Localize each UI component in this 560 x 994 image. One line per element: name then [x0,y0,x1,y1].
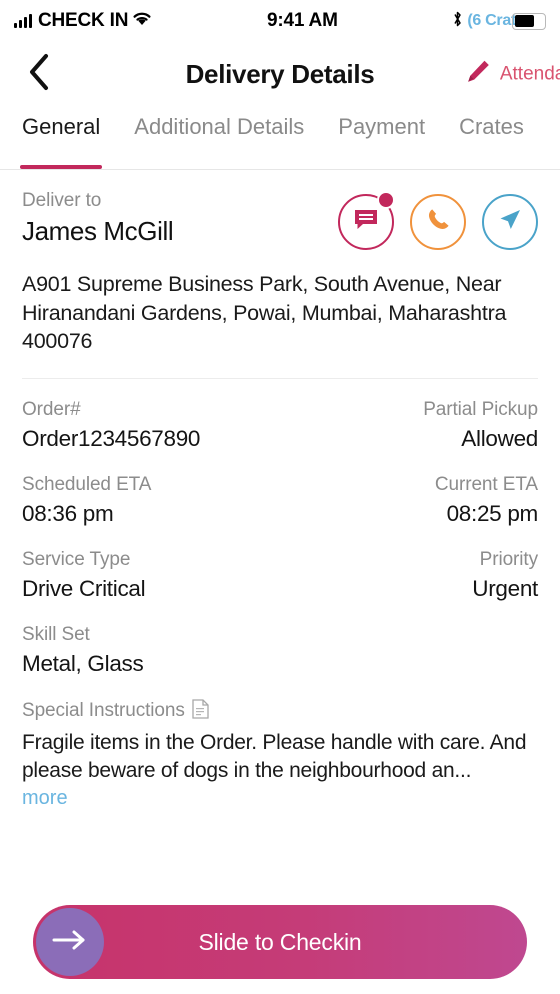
contact-actions [338,190,538,250]
bluetooth-device-label: (6 Crat [467,12,516,29]
skill-set-row: Skill Set Metal, Glass [22,624,538,677]
skill-set-field: Skill Set Metal, Glass [22,623,144,677]
skill-set-label: Skill Set [22,623,90,645]
partial-pickup-value: Allowed [461,425,538,451]
tab-general[interactable]: General [19,106,103,169]
eta-row: Scheduled ETA 08:36 pm Current ETA 08:25… [22,474,538,527]
priority-field: Priority Urgent [472,549,538,602]
current-eta-label: Current ETA [434,473,538,495]
slider-thumb[interactable] [36,908,104,976]
attendance-label: Attendance [499,63,560,84]
special-instructions-row: Special Instructions Fragile items in th… [22,699,538,811]
order-field: Order# Order1234567890 [22,399,200,452]
arrow-right-icon [50,927,90,958]
tab-bar: General Additional Details Payment Crate… [0,106,560,170]
service-type-label: Service Type [22,548,131,570]
skill-set-value: Metal, Glass [22,650,144,676]
service-type-field: Service Type Drive Critical [22,548,146,602]
special-instructions-text: Fragile items in the Order. Please handl… [22,730,527,783]
order-value: Order1234567890 [22,425,201,451]
phone-icon [425,206,452,238]
order-row: Order# Order1234567890 Partial Pickup Al… [22,399,538,452]
deliver-to-section: Deliver to James McGill [22,170,538,250]
tab-additional-details[interactable]: Additional Details [134,106,304,169]
section-divider [22,377,538,379]
navigate-button[interactable] [482,194,538,250]
chat-button[interactable] [338,191,395,250]
status-bar: CHECK IN 9:41 AM (6 Crat [0,0,560,42]
call-button[interactable] [410,194,466,250]
special-instructions-field: Special Instructions Fragile items in th… [22,699,538,811]
service-row: Service Type Drive Critical Priority Urg… [22,549,538,602]
priority-value: Urgent [472,575,538,601]
priority-label: Priority [479,548,538,570]
service-type-value: Drive Critical [22,575,146,601]
chat-notification-badge [377,191,395,209]
scheduled-eta-label: Scheduled ETA [22,473,152,495]
chevron-left-icon [26,52,52,97]
status-bar-left: CHECK IN [14,10,152,32]
back-button[interactable] [18,53,60,95]
wifi-icon [132,10,152,32]
slide-label: Slide to Checkin [198,928,362,955]
tab-crates[interactable]: Crates [459,106,524,169]
current-eta-value: 08:25 pm [446,500,539,526]
status-bar-time: 9:41 AM [266,10,338,31]
scheduled-eta-field: Scheduled ETA 08:36 pm [22,474,151,527]
navigation-bar: Delivery Details Attendance [0,42,560,106]
bluetooth-icon [452,10,463,33]
app-screen: CHECK IN 9:41 AM (6 Crat Delivery Detail… [0,0,560,994]
special-instructions-label: Special Instructions [22,700,185,722]
carrier-label: CHECK IN [38,10,129,31]
signal-bars-icon [14,14,32,28]
deliver-to-info: Deliver to James McGill [22,190,174,247]
order-label: Order# [22,398,81,420]
status-bar-right: (6 Crat [452,10,546,33]
main-content: Deliver to James McGill A901 Supreme Bus… [0,170,560,890]
pencil-icon [465,59,491,90]
details-grid: Order# Order1234567890 Partial Pickup Al… [22,399,538,811]
special-instructions-header: Special Instructions [22,699,538,724]
current-eta-field: Current ETA 08:25 pm [435,474,538,527]
deliver-to-label: Deliver to [22,190,102,211]
attendance-button[interactable]: Attendance [465,59,560,90]
scheduled-eta-value: 08:36 pm [22,500,114,526]
slide-action-area: Slide to Checkin [0,890,560,994]
slide-to-checkin[interactable]: Slide to Checkin [33,905,527,979]
tab-payment[interactable]: Payment [338,106,425,169]
document-icon [192,699,209,724]
partial-pickup-label: Partial Pickup [423,398,538,420]
delivery-address: A901 Supreme Business Park, South Avenue… [22,272,507,354]
navigate-icon [496,206,524,239]
customer-name: James McGill [22,216,174,246]
more-link[interactable]: more [22,787,538,810]
battery-icon [512,12,546,30]
chat-icon [352,206,380,239]
partial-pickup-field: Partial Pickup Allowed [423,399,538,452]
